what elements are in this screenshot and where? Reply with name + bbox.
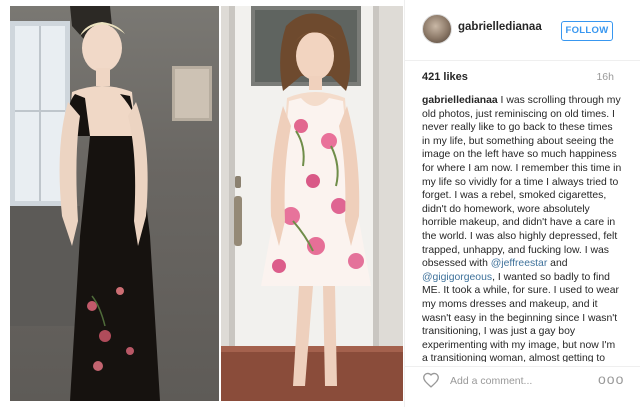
photo-left-illustration	[10, 6, 212, 401]
caption-username[interactable]: gabrielledianaa	[422, 95, 498, 106]
more-options-icon[interactable]: ooo	[598, 371, 624, 387]
post-caption: gabrielledianaa I was scrolling through …	[422, 94, 622, 362]
mention-jeffreestar[interactable]: @jeffreestar	[491, 258, 548, 269]
follow-button[interactable]: FOLLOW	[561, 21, 613, 41]
photo-right-panel	[221, 6, 403, 401]
post-photo[interactable]	[10, 6, 403, 401]
caption-text-3: , I wanted so badly to find ME. It took …	[422, 271, 619, 362]
avatar[interactable]	[422, 14, 452, 44]
caption-text-2: and	[547, 258, 568, 270]
add-comment-input[interactable]: Add a comment...	[450, 375, 532, 387]
post-timestamp[interactable]: 16h	[596, 71, 614, 83]
photo-left-panel	[10, 6, 219, 401]
likes-count[interactable]: 421 likes	[422, 71, 468, 83]
photo-right-illustration	[221, 6, 403, 401]
mention-gigigorgeous[interactable]: @gigigorgeous	[422, 272, 492, 283]
username-link[interactable]: gabrielledianaa	[458, 21, 542, 33]
instagram-post: gabrielledianaa FOLLOW 421 likes 16h gab…	[0, 0, 640, 407]
heart-icon[interactable]	[422, 372, 440, 388]
comment-bar: Add a comment... ooo	[405, 366, 640, 408]
caption-text-1: I was scrolling through my old photos, j…	[422, 95, 622, 270]
post-sidebar: gabrielledianaa FOLLOW 421 likes 16h gab…	[404, 0, 640, 407]
post-header: gabrielledianaa FOLLOW	[405, 0, 640, 61]
